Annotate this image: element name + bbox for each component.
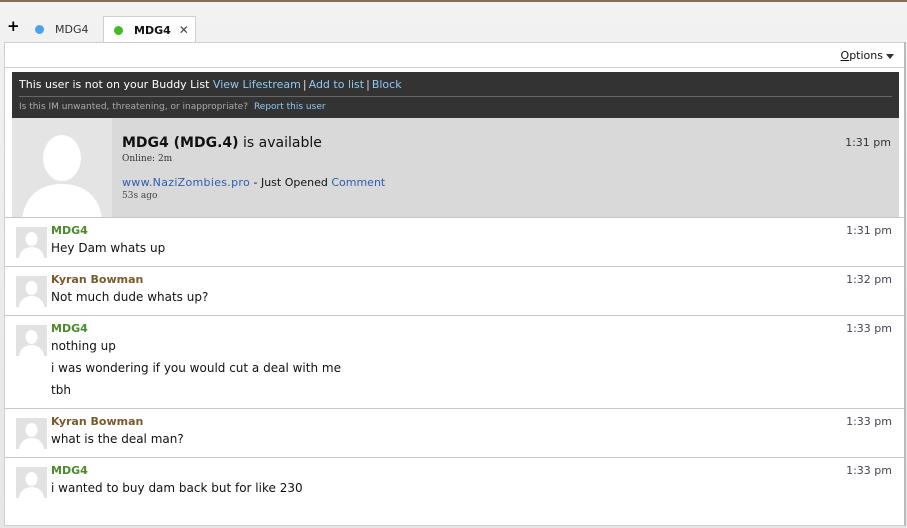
online-duration: Online: 2m: [122, 154, 173, 164]
status-dot-icon: [35, 24, 44, 34]
profile-timestamp: 1:31 pm: [845, 136, 891, 149]
buddy-name: MDG4 (MDG.4) is available: [122, 135, 322, 151]
message-row: MDG4 1:31 pm Hey Dam whats up: [5, 217, 904, 266]
status-message: www.NaziZombies.pro - Just Opened Commen…: [122, 176, 385, 189]
avatar[interactable]: [16, 276, 47, 307]
close-tab-icon[interactable]: ✕: [179, 23, 189, 37]
separator: |: [366, 78, 370, 91]
scrollbar[interactable]: [904, 42, 906, 526]
message-text: Hey Dam whats up: [51, 241, 166, 255]
buddy-screen-name: MDG4 (MDG.4): [122, 135, 239, 151]
add-to-list-link[interactable]: Add to list: [309, 78, 365, 91]
block-link[interactable]: Block: [372, 78, 402, 91]
comment-link[interactable]: Comment: [331, 176, 385, 189]
message-row: MDG4 1:33 pm nothing up i was wondering …: [5, 315, 904, 408]
default-avatar-icon: [19, 281, 44, 307]
report-question: Is this IM unwanted, threatening, or ina…: [19, 102, 248, 112]
status-age: 53s ago: [122, 191, 158, 201]
default-avatar-icon: [19, 232, 44, 258]
message-sender: Kyran Bowman: [51, 415, 144, 428]
report-line: Is this IM unwanted, threatening, or ina…: [19, 102, 326, 112]
window-top-border: [0, 0, 907, 2]
tab-mdg4-active[interactable]: MDG4 ✕: [103, 16, 196, 43]
status-dot-icon: [114, 25, 123, 35]
options-row: Options: [5, 43, 904, 68]
message-sender: MDG4: [51, 224, 88, 237]
availability-text: is available: [243, 135, 322, 151]
avatar[interactable]: [12, 118, 112, 218]
default-avatar-icon: [12, 118, 112, 218]
add-tab-button[interactable]: +: [7, 19, 20, 34]
avatar[interactable]: [16, 418, 47, 449]
message-row: Kyran Bowman 1:32 pm Not much dude whats…: [5, 266, 904, 315]
message-sender: MDG4: [51, 322, 88, 335]
message-text: i was wondering if you would cut a deal …: [51, 361, 341, 375]
message-sender: MDG4: [51, 464, 88, 477]
message-text: i wanted to buy dam back but for like 23…: [51, 481, 303, 495]
options-menu-button[interactable]: Options: [841, 49, 894, 62]
message-text: what is the deal man?: [51, 432, 184, 446]
tab-mdg4-inactive[interactable]: MDG4: [25, 16, 98, 42]
tab-label: MDG4: [55, 22, 89, 36]
default-avatar-icon: [19, 330, 44, 356]
default-avatar-icon: [19, 472, 44, 498]
message-timestamp: 1:33 pm: [846, 464, 892, 477]
message-sender: Kyran Bowman: [51, 273, 144, 286]
separator: |: [302, 78, 307, 91]
avatar[interactable]: [16, 325, 47, 356]
message-text: nothing up: [51, 339, 116, 353]
buddy-profile: MDG4 (MDG.4) is available Online: 2m 1:3…: [12, 118, 899, 218]
chat-panel: Options This user is not on your Buddy L…: [4, 42, 905, 526]
message-timestamp: 1:33 pm: [846, 415, 892, 428]
message-row: MDG4 1:33 pm i wanted to buy dam back bu…: [5, 457, 904, 517]
message-row: Kyran Bowman 1:33 pm what is the deal ma…: [5, 408, 904, 457]
chevron-down-icon: [886, 53, 894, 59]
message-timestamp: 1:31 pm: [846, 224, 892, 237]
status-text: - Just Opened: [253, 176, 328, 189]
buddy-warning-banner: This user is not on your Buddy List View…: [12, 72, 899, 118]
message-timestamp: 1:32 pm: [846, 273, 892, 286]
avatar[interactable]: [16, 467, 47, 498]
report-user-link[interactable]: Report this user: [254, 102, 326, 112]
message-text: tbh: [51, 383, 71, 397]
avatar[interactable]: [16, 227, 47, 258]
divider: [19, 96, 892, 97]
message-text: Not much dude whats up?: [51, 290, 209, 304]
options-label-rest: ptions: [849, 49, 883, 62]
tab-label: MDG4: [134, 23, 171, 37]
default-avatar-icon: [19, 423, 44, 449]
message-timestamp: 1:33 pm: [846, 322, 892, 335]
options-label-initial: O: [840, 49, 850, 62]
view-lifestream-link[interactable]: View Lifestream: [213, 78, 301, 91]
tab-bar: + MDG4 MDG4 ✕: [0, 8, 907, 43]
warning-line: This user is not on your Buddy List View…: [19, 78, 402, 91]
status-url-link[interactable]: www.NaziZombies.pro: [122, 176, 250, 189]
warning-text: This user is not on your Buddy List: [19, 78, 210, 91]
